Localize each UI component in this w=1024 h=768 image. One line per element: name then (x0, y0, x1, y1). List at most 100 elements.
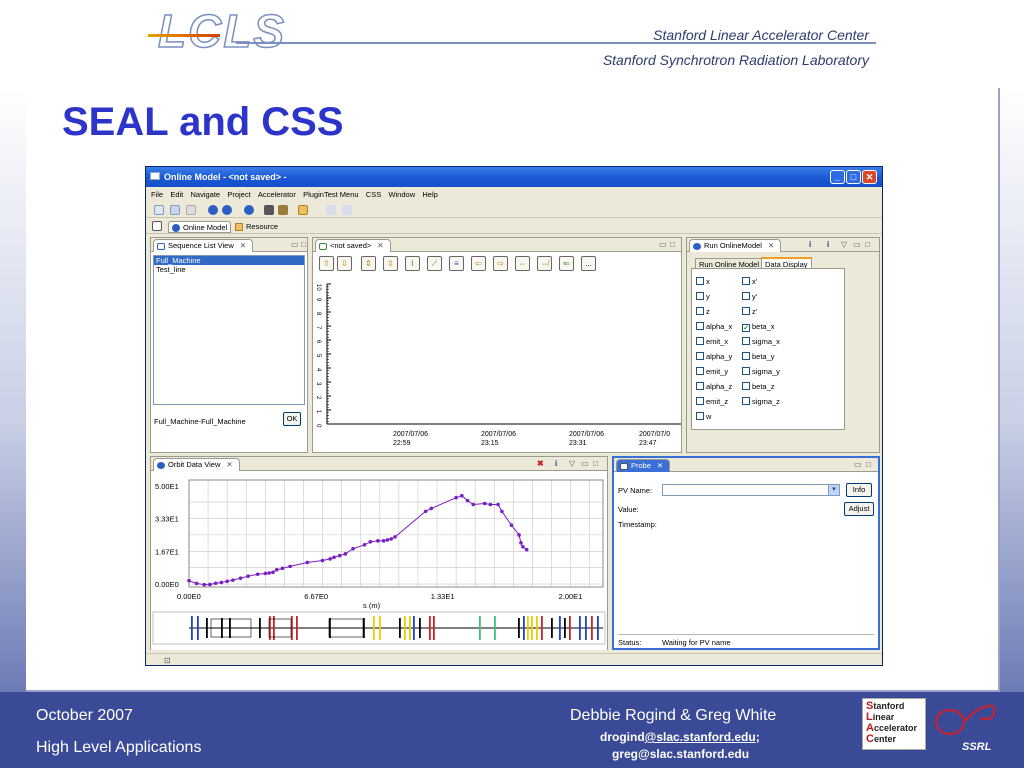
maximize-view-icon[interactable]: □ (866, 460, 871, 469)
chevron-down-icon[interactable]: ▾ (828, 485, 839, 495)
checkbox-w[interactable]: w (696, 412, 711, 421)
run-model-icon[interactable] (208, 205, 218, 215)
more-button[interactable]: ... (581, 256, 596, 271)
checkbox-emit-x[interactable]: emit_x (696, 337, 728, 346)
minimize-view-icon[interactable]: ▭ (854, 460, 862, 469)
minimize-button[interactable]: _ (830, 170, 845, 184)
maximize-view-icon[interactable]: □ (593, 459, 598, 468)
maximize-view-icon[interactable]: □ (670, 240, 675, 249)
maximize-view-icon[interactable]: □ (301, 240, 306, 249)
x-tick-label: 2.00E1 (559, 592, 583, 601)
line-chart-icon[interactable]: ⟋ (427, 256, 442, 271)
pv-name-combo[interactable]: ▾ (662, 484, 840, 496)
camera-icon[interactable] (264, 205, 274, 215)
menu-css[interactable]: CSS (366, 188, 381, 201)
close-tab-icon[interactable]: ✕ (377, 241, 383, 250)
folder-icon[interactable] (298, 205, 308, 215)
back-nav-icon[interactable] (326, 205, 336, 215)
expand-v2-icon[interactable]: ⇳ (383, 256, 398, 271)
maximize-view-icon[interactable]: □ (865, 240, 870, 249)
view-menu-icon[interactable]: ▽ (569, 459, 575, 468)
tab-probe[interactable]: Probe ✕ (616, 459, 671, 472)
close-tab-icon[interactable]: ✕ (657, 461, 663, 470)
tools-icon[interactable] (278, 205, 288, 215)
checkbox-z[interactable]: z (696, 307, 710, 316)
checkbox-yp[interactable]: y' (742, 292, 757, 301)
checkbox-alpha-y[interactable]: alpha_y (696, 352, 732, 361)
info2-icon[interactable]: i (827, 240, 829, 249)
close-tab-icon[interactable]: ✕ (226, 460, 232, 469)
tab-not-saved[interactable]: <not saved> ✕ (315, 239, 391, 252)
minimize-view-icon[interactable]: ▭ (659, 240, 667, 249)
back-icon[interactable]: ⇐ (559, 256, 574, 271)
checkbox-alpha-x[interactable]: alpha_x (696, 322, 732, 331)
checkbox-x[interactable]: x (696, 277, 710, 286)
checkbox-beta-y[interactable]: beta_y (742, 352, 775, 361)
plot-icon[interactable]: ⌇ (405, 256, 420, 271)
run-model2-icon[interactable] (222, 205, 232, 215)
email1-link[interactable]: @slac.stanford.edu (645, 730, 756, 744)
menu-navigate[interactable]: Navigate (191, 188, 221, 201)
save-icon[interactable] (170, 205, 180, 215)
fast-view-icon[interactable]: ⊡ (164, 656, 171, 665)
list-item[interactable]: Test_line (154, 265, 304, 274)
checkbox-zp[interactable]: z' (742, 307, 757, 316)
checkbox-beta-z[interactable]: beta_z (742, 382, 775, 391)
perspective-online-model[interactable]: Online Model (168, 221, 232, 233)
menu-accelerator[interactable]: Accelerator (258, 188, 296, 201)
info-icon[interactable]: i (555, 459, 557, 468)
menu-project[interactable]: Project (227, 188, 250, 201)
new-icon[interactable] (154, 205, 164, 215)
view-icon (157, 243, 165, 250)
menu-plugintest[interactable]: PluginTest Menu (303, 188, 358, 201)
clear-icon[interactable]: ✖ (537, 459, 544, 468)
globe-icon[interactable] (244, 205, 254, 215)
list-item[interactable]: Full_Machine (154, 256, 304, 265)
menu-window[interactable]: Window (388, 188, 415, 201)
data-point (471, 502, 476, 507)
checkbox-sigma-z[interactable]: sigma_z (742, 397, 780, 406)
menu-help[interactable]: Help (422, 188, 437, 201)
minimize-view-icon[interactable]: ▭ (853, 240, 861, 249)
arrow-left-icon[interactable]: ⇦ (471, 256, 486, 271)
tab-run-online-model[interactable]: Run OnlineModel ✕ (689, 239, 782, 252)
checkbox-sigma-y[interactable]: sigma_y (742, 367, 780, 376)
checkbox-alpha-z[interactable]: alpha_z (696, 382, 732, 391)
menu-file[interactable]: File (151, 188, 163, 201)
expand-v-icon[interactable]: ⇕ (361, 256, 376, 271)
expand-h-icon[interactable]: ⇔ (515, 256, 530, 271)
data-point (429, 506, 434, 511)
close-button[interactable]: ✕ (862, 170, 877, 184)
checkbox-y[interactable]: y (696, 292, 710, 301)
arrow-up-icon[interactable]: ⇧ (319, 256, 334, 271)
shrink-h-icon[interactable]: ⇎ (537, 256, 552, 271)
orbit-plot: 0.00E0 1.67E1 3.33E1 5.00E1 0.00E0 6.67E0 1.33… (151, 472, 607, 650)
perspective-resource[interactable]: Resource (232, 221, 281, 233)
print-icon[interactable] (186, 205, 196, 215)
table-icon[interactable]: ≡ (449, 256, 464, 271)
info-icon[interactable]: i (809, 240, 811, 249)
menu-edit[interactable]: Edit (170, 188, 183, 201)
maximize-button[interactable]: □ (846, 170, 861, 184)
checkbox-xp[interactable]: x' (742, 277, 757, 286)
ok-button[interactable]: OK (283, 412, 301, 426)
tab-orbit-data-view[interactable]: Orbit Data View ✕ (153, 458, 240, 471)
checkbox-sigma-x[interactable]: sigma_x (742, 337, 780, 346)
checkbox-emit-y[interactable]: emit_y (696, 367, 728, 376)
minimize-view-icon[interactable]: ▭ (291, 240, 299, 249)
minimize-view-icon[interactable]: ▭ (581, 459, 589, 468)
arrow-right-icon[interactable]: ⇨ (493, 256, 508, 271)
tab-sequence-list[interactable]: Sequence List View ✕ (153, 239, 254, 252)
close-tab-icon[interactable]: ✕ (240, 241, 246, 250)
checkbox-emit-z[interactable]: emit_z (696, 397, 728, 406)
info-button[interactable]: Info (846, 483, 872, 497)
open-perspective-icon[interactable] (152, 221, 162, 231)
adjust-button[interactable]: Adjust (844, 502, 874, 516)
checkbox-beta-x[interactable]: ✓ beta_x (742, 322, 775, 332)
footer-email2[interactable]: greg@slac.stanford.edu (612, 747, 749, 761)
view-menu-icon[interactable]: ▽ (841, 240, 847, 249)
beamline-element (536, 616, 538, 640)
close-tab-icon[interactable]: ✕ (768, 241, 774, 250)
forward-nav-icon[interactable] (342, 205, 352, 215)
arrow-down-icon[interactable]: ⇩ (337, 256, 352, 271)
